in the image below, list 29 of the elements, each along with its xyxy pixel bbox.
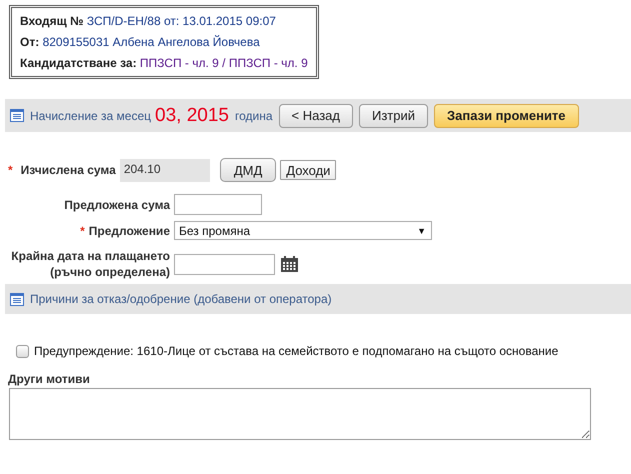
required-mark: * [80,224,85,238]
calendar-icon[interactable] [281,256,298,272]
action-button[interactable]: < Назад [278,104,353,128]
save-button[interactable]: Запази промените [434,104,579,128]
info-line: Кандидатстване за: ППЗСП - чл. 9 / ППЗСП - чл. 9 [20,56,308,70]
field-label: Предложение [88,222,170,238]
list-icon [10,109,24,122]
proposed-amount-input[interactable] [174,194,262,215]
reasons-title: Причини за отказ/одобрение (добавени от оператора) [30,292,332,306]
field-label: Изчислена сума [20,162,116,178]
list-icon [10,292,24,306]
field-label: Крайна дата на плащането (ръчно определена) [11,248,170,280]
month-period: 03, 2015 [155,104,229,126]
motives-textarea[interactable] [9,388,591,440]
year-label: година [235,108,273,122]
action-button[interactable]: Изтрий [358,104,428,128]
required-mark: * [8,163,13,177]
month-label: Начисление за месец [30,108,152,122]
info-line: От: 8209155031 Албена Ангелова Йовчева [20,35,261,49]
due-date-input[interactable] [174,254,275,274]
checkbox[interactable] [16,344,29,358]
computed-amount-field: 204.10 [120,158,210,182]
field-label: Други мотиви [8,372,91,386]
action-button[interactable]: ДМД [220,158,276,182]
warning-label: Предупреждение: 1610-Лице от състава на семейството е подпомагано на същото основание [34,344,558,358]
action-button[interactable]: Доходи [280,160,336,180]
field-label: Предложена сума [64,196,170,212]
info-line: Входящ № ЗСП/D-ЕН/88 от: 13.01.2015 09:07 [20,14,277,28]
proposal-select[interactable]: Без промяна ▼ [174,221,432,240]
